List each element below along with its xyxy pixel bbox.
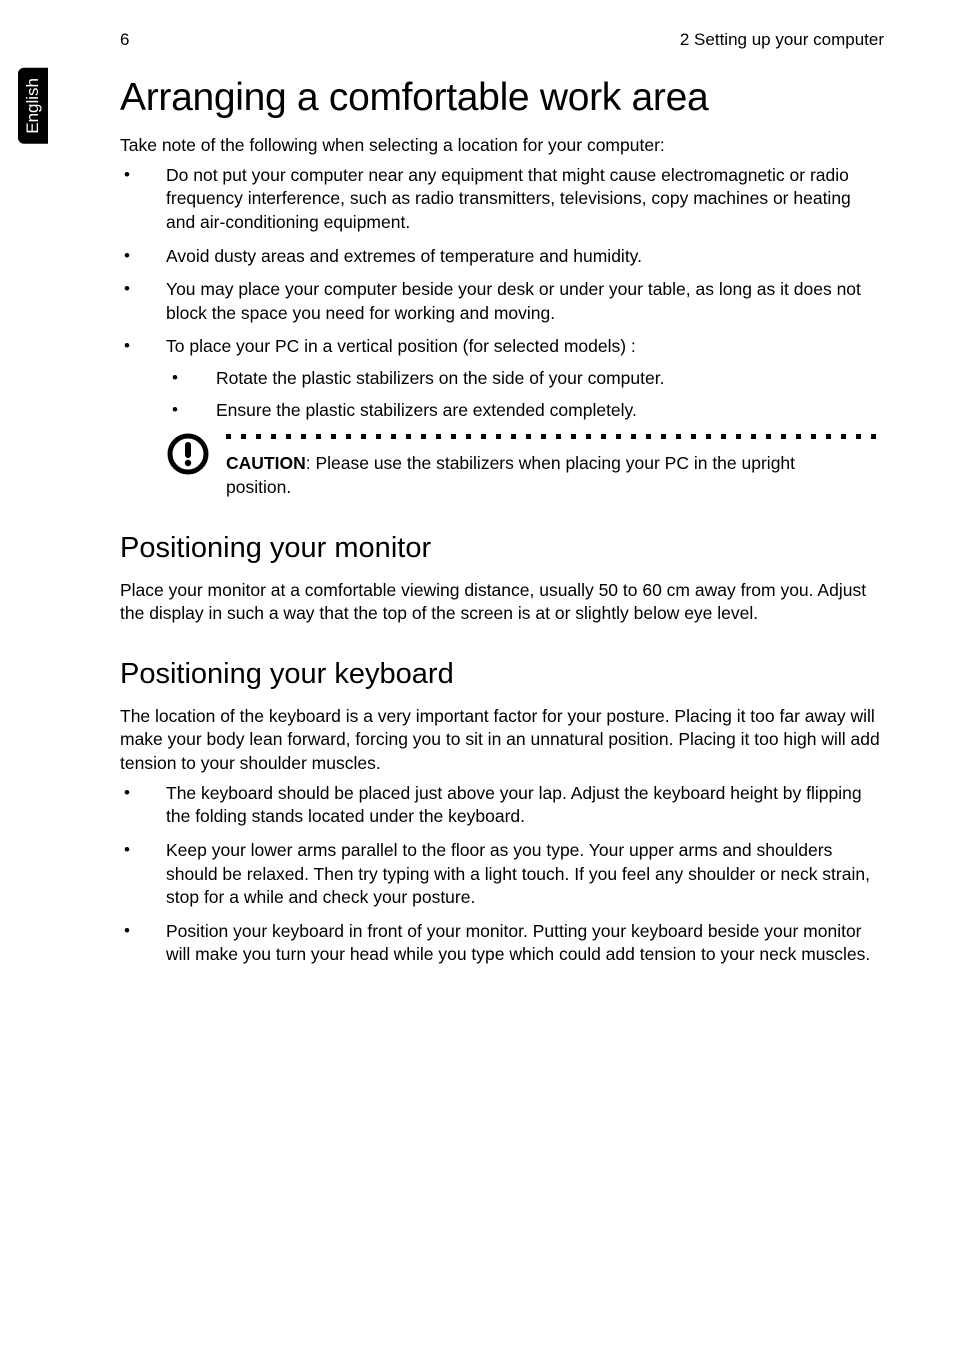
caution-text-wrap: CAUTION: Please use the stabilizers when… xyxy=(226,432,884,499)
page-number: 6 xyxy=(120,30,129,50)
page-content: 6 2 Setting up your computer Arranging a… xyxy=(0,0,954,1007)
main-bullet-list: Do not put your computer near any equipm… xyxy=(120,164,884,423)
page-title: Arranging a comfortable work area xyxy=(120,76,884,120)
keyboard-body: The location of the keyboard is a very i… xyxy=(120,705,884,776)
page-header: 6 2 Setting up your computer xyxy=(120,30,884,50)
caution-paragraph: CAUTION: Please use the stabilizers when… xyxy=(226,452,884,499)
list-item: You may place your computer beside your … xyxy=(120,278,884,325)
list-item: Rotate the plastic stabilizers on the si… xyxy=(166,367,884,391)
list-item-text: To place your PC in a vertical position … xyxy=(166,336,636,356)
caution-icon xyxy=(166,432,210,476)
dotted-divider xyxy=(226,432,884,442)
intro-paragraph: Take note of the following when selectin… xyxy=(120,134,884,158)
list-item: Position your keyboard in front of your … xyxy=(120,920,884,967)
list-item: The keyboard should be placed just above… xyxy=(120,782,884,829)
section-heading-monitor: Positioning your monitor xyxy=(120,532,884,565)
list-item: Ensure the plastic stabilizers are exten… xyxy=(166,399,884,423)
list-item: Keep your lower arms parallel to the flo… xyxy=(120,839,884,910)
sub-bullet-list: Rotate the plastic stabilizers on the si… xyxy=(166,367,884,422)
caution-label: CAUTION xyxy=(226,453,306,473)
caution-block: CAUTION: Please use the stabilizers when… xyxy=(166,432,884,499)
list-item: Avoid dusty areas and extremes of temper… xyxy=(120,245,884,269)
chapter-title: 2 Setting up your computer xyxy=(680,30,884,50)
list-item: To place your PC in a vertical position … xyxy=(120,335,884,422)
list-item: Do not put your computer near any equipm… xyxy=(120,164,884,235)
language-side-tab: English xyxy=(18,68,48,144)
caution-body: : Please use the stabilizers when placin… xyxy=(226,453,795,497)
section-heading-keyboard: Positioning your keyboard xyxy=(120,658,884,691)
monitor-body: Place your monitor at a comfortable view… xyxy=(120,579,884,626)
keyboard-bullet-list: The keyboard should be placed just above… xyxy=(120,782,884,967)
